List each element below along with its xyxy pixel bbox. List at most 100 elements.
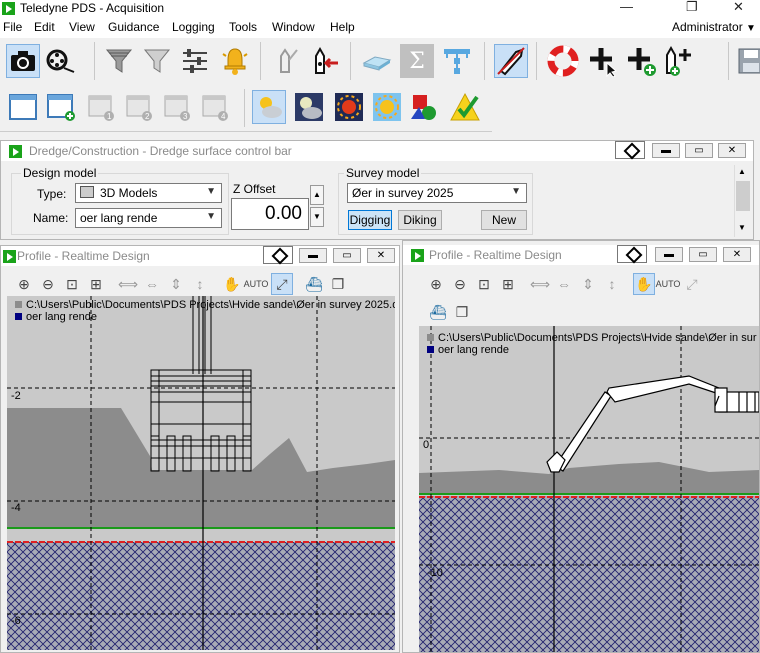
sun-icon[interactable] bbox=[370, 90, 404, 124]
save-icon[interactable] bbox=[734, 44, 760, 78]
chevron-down-icon: ▼ bbox=[511, 186, 521, 197]
z-offset-input[interactable]: 0.00 bbox=[231, 198, 309, 230]
expand-horizontal-icon[interactable]: ⟺ bbox=[529, 273, 551, 295]
zoom-in-icon[interactable]: ⊕ bbox=[13, 273, 35, 295]
sigma-icon[interactable]: Σ bbox=[400, 44, 434, 78]
vessel-diagonal-icon[interactable] bbox=[494, 44, 528, 78]
vessel-add-icon[interactable] bbox=[660, 44, 694, 78]
z-offset-down-button[interactable]: ▼ bbox=[310, 207, 324, 227]
zoom-out-icon[interactable]: ⊖ bbox=[37, 273, 59, 295]
z-offset-up-button[interactable]: ▲ bbox=[310, 185, 324, 205]
panel-restore-button[interactable]: ▭ bbox=[689, 247, 717, 262]
panel-close-button[interactable]: ✕ bbox=[367, 248, 395, 263]
digging-button[interactable]: Digging bbox=[348, 210, 392, 230]
scroll-down-icon[interactable]: ▼ bbox=[738, 223, 746, 232]
measure-icon[interactable]: ⤢ bbox=[681, 273, 703, 295]
menu-edit[interactable]: Edit bbox=[34, 20, 55, 34]
camera-icon[interactable] bbox=[6, 44, 40, 78]
new-button[interactable]: New bbox=[481, 210, 527, 230]
shrink-vertical-icon[interactable]: ↕ bbox=[189, 273, 211, 295]
diking-button[interactable]: Diking bbox=[398, 210, 442, 230]
pan-hand-icon[interactable]: ✋ bbox=[221, 273, 243, 295]
pin-icon[interactable] bbox=[263, 246, 293, 264]
expand-vertical-icon[interactable]: ⇕ bbox=[577, 273, 599, 295]
expand-horizontal-icon[interactable]: ⟺ bbox=[117, 273, 139, 295]
zoom-window-icon[interactable]: ⊡ bbox=[61, 273, 83, 295]
panel-close-button[interactable]: ✕ bbox=[723, 247, 751, 262]
shrink-horizontal-icon[interactable]: ⇔ bbox=[141, 273, 163, 295]
panel-minimize-button[interactable]: ▬ bbox=[652, 143, 680, 158]
expand-vertical-icon[interactable]: ⇕ bbox=[165, 273, 187, 295]
menu-help[interactable]: Help bbox=[330, 20, 355, 34]
crosshair-cursor-icon[interactable] bbox=[586, 44, 620, 78]
close-button[interactable]: ✕ bbox=[733, 0, 744, 15]
panel-restore-button[interactable]: ▭ bbox=[333, 248, 361, 263]
menu-view[interactable]: View bbox=[69, 20, 95, 34]
shrink-vertical-icon[interactable]: ↕ bbox=[601, 273, 623, 295]
pan-hand-icon[interactable]: ✋ bbox=[633, 273, 655, 295]
panel-restore-button[interactable]: ▭ bbox=[685, 143, 713, 158]
z-offset-label: Z Offset bbox=[233, 182, 276, 196]
restore-button[interactable]: ❐ bbox=[686, 0, 698, 15]
sliders-icon[interactable] bbox=[178, 44, 212, 78]
menu-file[interactable]: File bbox=[3, 20, 22, 34]
window-3-icon[interactable]: 3 bbox=[160, 90, 194, 124]
panel-minimize-button[interactable]: ▬ bbox=[299, 248, 327, 263]
film-reel-icon[interactable] bbox=[44, 44, 78, 78]
scroll-thumb[interactable] bbox=[736, 181, 750, 211]
keyboard-icon[interactable] bbox=[360, 44, 394, 78]
3d-shapes-icon[interactable] bbox=[408, 90, 442, 124]
menu-window[interactable]: Window bbox=[272, 20, 315, 34]
window-add-icon[interactable] bbox=[44, 90, 78, 124]
copy-icon[interactable]: ❐ bbox=[327, 273, 349, 295]
zoom-fit-icon[interactable]: ⊞ bbox=[497, 273, 519, 295]
sun-red-icon[interactable] bbox=[332, 90, 366, 124]
window-2-icon[interactable]: 2 bbox=[122, 90, 156, 124]
chevron-down-icon: ▼ bbox=[206, 211, 216, 222]
dredge-panel-title-bar: Dredge/Construction - Dredge surface con… bbox=[1, 141, 753, 161]
menu-guidance[interactable]: Guidance bbox=[108, 20, 159, 34]
vessel-view-icon[interactable]: ⛴ bbox=[427, 301, 449, 323]
scroll-up-icon[interactable]: ▲ bbox=[738, 167, 746, 176]
copy-icon[interactable]: ❐ bbox=[451, 301, 473, 323]
zoom-window-icon[interactable]: ⊡ bbox=[473, 273, 495, 295]
auto-scale-icon[interactable]: AUTO bbox=[244, 273, 269, 295]
alarm-bell-icon[interactable] bbox=[218, 44, 252, 78]
window-4-icon[interactable]: 4 bbox=[198, 90, 232, 124]
zoom-out-icon[interactable]: ⊖ bbox=[449, 273, 471, 295]
auto-scale-icon[interactable]: AUTO bbox=[656, 273, 681, 295]
panel-minimize-button[interactable]: ▬ bbox=[655, 247, 683, 262]
pen-disabled-icon[interactable] bbox=[270, 44, 304, 78]
weather-day-icon[interactable] bbox=[252, 90, 286, 124]
name-select[interactable]: oer lang rende ▼ bbox=[75, 208, 222, 228]
shrink-horizontal-icon[interactable]: ⇔ bbox=[553, 273, 575, 295]
warning-check-icon[interactable] bbox=[448, 90, 482, 124]
filter-icon[interactable] bbox=[102, 44, 136, 78]
type-select[interactable]: 3D Models ▼ bbox=[75, 183, 222, 203]
y-tick-label: -2 bbox=[11, 390, 21, 402]
survey-model-select[interactable]: Øer in survey 2025 ▼ bbox=[347, 183, 527, 203]
tree-diagram-icon[interactable] bbox=[440, 44, 474, 78]
type-label: Type: bbox=[37, 187, 67, 201]
vessel-view-icon[interactable]: ⛴ bbox=[303, 273, 325, 295]
menu-logging[interactable]: Logging bbox=[172, 20, 215, 34]
pin-icon[interactable] bbox=[615, 141, 645, 159]
panel-scrollbar[interactable]: ▲ ▼ bbox=[734, 165, 752, 237]
window-1-icon[interactable]: 1 bbox=[84, 90, 118, 124]
filter-outline-icon[interactable] bbox=[140, 44, 174, 78]
zoom-fit-icon[interactable]: ⊞ bbox=[85, 273, 107, 295]
user-select[interactable]: Administrator ▼ bbox=[672, 20, 756, 34]
pin-icon[interactable] bbox=[617, 245, 647, 263]
lifebuoy-icon[interactable] bbox=[546, 44, 580, 78]
menu-tools[interactable]: Tools bbox=[229, 20, 257, 34]
vessel-arrow-icon[interactable] bbox=[308, 44, 342, 78]
zoom-in-icon[interactable]: ⊕ bbox=[425, 273, 447, 295]
crosshair-add-icon[interactable] bbox=[624, 44, 658, 78]
window-icon[interactable] bbox=[6, 90, 40, 124]
survey-model-label: Survey model bbox=[344, 166, 422, 180]
weather-night-icon[interactable] bbox=[292, 90, 326, 124]
minimize-button[interactable]: — bbox=[620, 0, 633, 14]
profile-right-title-bar: Profile - Realtime Design ▬ ▭ ✕ bbox=[403, 245, 759, 265]
panel-close-button[interactable]: ✕ bbox=[718, 143, 746, 158]
measure-icon[interactable]: ⤢ bbox=[271, 273, 293, 295]
